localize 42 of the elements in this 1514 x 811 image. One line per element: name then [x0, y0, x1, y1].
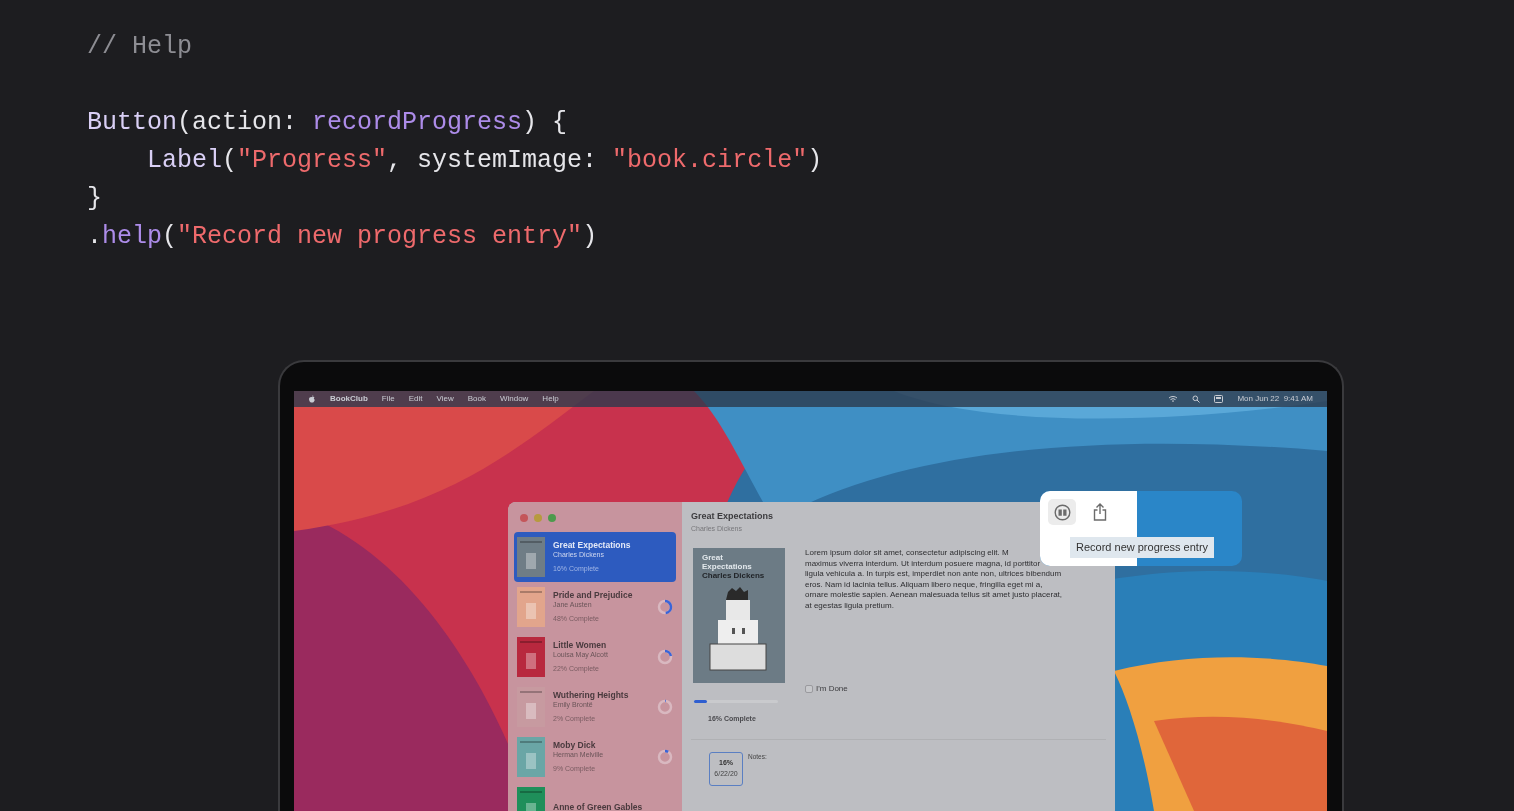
book-cover	[517, 687, 545, 727]
progress-ring	[657, 699, 673, 715]
book-title: Great Expectations	[553, 540, 632, 550]
menu-item[interactable]: Edit	[408, 393, 423, 405]
control-center-icon[interactable]	[1214, 395, 1224, 403]
book-cover	[517, 537, 545, 577]
progress-button[interactable]	[1048, 499, 1076, 525]
progress-ring	[657, 749, 673, 765]
menu-item[interactable]: File	[381, 393, 395, 405]
progress-ring	[657, 599, 673, 615]
book-title: Anne of Green Gables	[553, 802, 644, 811]
book-title: Wuthering Heights	[553, 690, 630, 700]
code-comment: // Help	[87, 32, 193, 61]
book-cover	[517, 737, 545, 777]
book-title: Moby Dick	[553, 740, 597, 750]
book-cover	[517, 587, 545, 627]
code-line: Button(action: recordProgress) {	[87, 107, 569, 139]
code-line: .help("Record new progress entry")	[87, 221, 599, 253]
book-cover	[517, 637, 545, 677]
tooltip: Record new progress entry	[1070, 537, 1215, 558]
search-icon[interactable]	[1192, 395, 1201, 403]
menu-item[interactable]: Help	[542, 393, 559, 405]
book-title: Little Women	[553, 640, 608, 650]
book-circle-icon	[1053, 503, 1071, 521]
menu-item[interactable]: Window	[499, 393, 529, 405]
apple-icon[interactable]	[308, 394, 316, 404]
book-row[interactable]: Anne of Green Gables	[514, 782, 676, 811]
app-menu[interactable]: BookClub	[330, 393, 368, 405]
menu-item[interactable]: View	[436, 393, 454, 405]
cover-title: Great Expectations	[702, 553, 753, 571]
code-line: }	[87, 183, 103, 215]
detail-title: Great Expectations	[691, 510, 774, 523]
menu-item[interactable]: Book	[467, 393, 486, 405]
book-title: Pride and Prejudice	[553, 590, 634, 600]
share-icon	[1093, 503, 1107, 521]
wifi-icon[interactable]	[1168, 395, 1179, 403]
progress-ring	[657, 649, 673, 665]
book-description: Lorem ipsum dolor sit amet, consectetur adipiscing elit. M maximus viverra interdum. Ut interdum posuere magna, id porttitor ligula vehicula a. In turpis est, imperdiet non ante non, ultrices bibendum eros. Nam id lacinia tellus. Aliquam libero neque, fringilla eget mi a, ornare molestie sapien. Aenean malesuada tellus sit amet justo placerat, at egestas ligula pretium.	[805, 548, 1064, 611]
done-checkbox[interactable]: I'm Done	[805, 683, 1106, 695]
code-line: Label("Progress", systemImage: "book.circle")	[146, 145, 824, 177]
cover-author: Charles Dickens	[702, 571, 766, 580]
menu-bar-clock: Mon Jun 22 9:41 AM	[1237, 393, 1313, 405]
